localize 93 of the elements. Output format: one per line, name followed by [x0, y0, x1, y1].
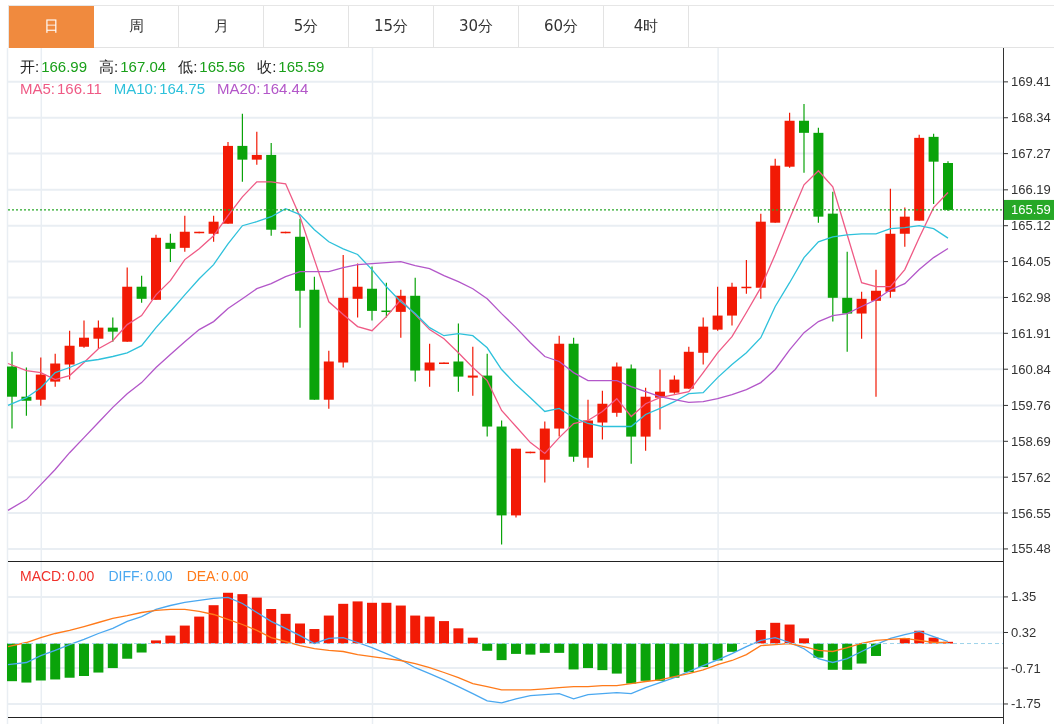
- legend-label: MA5:: [20, 79, 55, 99]
- candlestick: [367, 266, 377, 322]
- legend-label: 低:: [178, 57, 198, 77]
- legend-label: DEA:: [186, 567, 220, 586]
- candlestick: [194, 231, 205, 234]
- candlestick: [770, 158, 781, 224]
- legend-label: 开:: [20, 57, 40, 77]
- candlestick: [439, 361, 449, 365]
- candlestick: [525, 451, 536, 454]
- axis-label: 168.34: [1011, 110, 1051, 126]
- candlestick: [453, 323, 464, 393]
- candlestick: [79, 320, 89, 349]
- candlestick: [50, 353, 61, 388]
- axis-label: 165.12: [1011, 218, 1051, 234]
- candlestick: [237, 113, 248, 183]
- candlestick: [727, 282, 737, 327]
- candlestick: [467, 346, 478, 397]
- legend-value: 0.00: [145, 567, 173, 586]
- candlestick: [136, 275, 147, 304]
- candlestick: [107, 316, 118, 343]
- legend-label: MA20:: [217, 79, 261, 99]
- period-tab[interactable]: 周: [94, 6, 179, 48]
- legend-label: 高:: [99, 57, 119, 77]
- legend-value: 167.04: [120, 57, 167, 77]
- axis-label: -0.71: [1011, 660, 1041, 676]
- axis-label: 161.91: [1011, 325, 1051, 341]
- candlestick: [93, 320, 104, 350]
- axis-label: 0.32: [1011, 625, 1037, 640]
- axis-label: 162.98: [1011, 289, 1051, 305]
- axis-label: 156.55: [1011, 505, 1051, 521]
- candlestick: [611, 361, 622, 418]
- candlestick: [21, 366, 32, 417]
- period-tab[interactable]: 月: [179, 6, 264, 48]
- candlestick: [179, 215, 190, 253]
- candlestick: [741, 259, 752, 295]
- candlestick: [943, 160, 953, 212]
- legend-value: 166.11: [57, 79, 102, 99]
- candlestick: [799, 103, 809, 174]
- candlestick: [597, 390, 608, 441]
- period-tab[interactable]: 5分: [264, 6, 349, 48]
- legend-value: 166.99: [41, 57, 88, 77]
- candlestick: [928, 133, 939, 205]
- candlestick: [381, 282, 392, 319]
- candlestick: [352, 263, 363, 319]
- candlestick: [655, 368, 665, 431]
- candlestick: [856, 291, 867, 340]
- period-tab[interactable]: 30分: [434, 6, 519, 48]
- legend-value: 164.44: [262, 79, 309, 99]
- candlestick: [323, 350, 334, 410]
- candlestick: [698, 316, 709, 366]
- ref-line-label: 165.59: [1011, 202, 1051, 218]
- axis-label: 1.35: [1011, 589, 1037, 605]
- axis-label: 158.69: [1011, 433, 1051, 449]
- candlestick: [208, 215, 219, 243]
- axis-label: 167.27: [1011, 146, 1051, 162]
- axis-label: 160.84: [1011, 361, 1051, 377]
- candlestick: [251, 131, 262, 166]
- candlestick: [35, 356, 46, 407]
- legend-label: MACD:: [20, 567, 66, 586]
- axis-label: -1.75: [1011, 696, 1041, 712]
- candlestick: [539, 420, 550, 484]
- candlestick: [683, 346, 694, 390]
- legend-value: 165.59: [278, 57, 325, 77]
- candlestick: [424, 343, 435, 388]
- legend-label: 收:: [257, 57, 277, 77]
- axis-label: 166.19: [1011, 182, 1051, 198]
- period-tab[interactable]: 60分: [519, 6, 604, 48]
- axis-label: 164.05: [1011, 254, 1051, 270]
- price-tag: 165.59: [1004, 199, 1054, 220]
- candlestick: [784, 112, 795, 169]
- legend-value: 165.56: [199, 57, 246, 77]
- candlestick: [640, 387, 651, 452]
- axis-label: 169.41: [1011, 74, 1051, 90]
- legend-value: 0.00: [221, 567, 249, 586]
- candlestick: [899, 207, 910, 248]
- legend-label: DIFF:: [108, 567, 144, 586]
- candlestick: [151, 234, 161, 301]
- candlestick: [64, 330, 75, 381]
- candlestick: [712, 286, 723, 332]
- candlestick: [280, 231, 291, 234]
- axis-label: 155.48: [1011, 541, 1051, 557]
- candlestick: [511, 448, 521, 518]
- candlestick: [669, 374, 680, 395]
- candlestick: [165, 233, 176, 263]
- legend-label: MA10:: [113, 79, 158, 99]
- candlestick: [583, 399, 593, 469]
- legend-value: 164.75: [159, 79, 206, 99]
- legend-value: 0.00: [67, 567, 95, 586]
- axis-label: 157.62: [1011, 469, 1051, 485]
- axis-label: 159.76: [1011, 397, 1051, 413]
- period-tab[interactable]: 4时: [604, 6, 689, 48]
- candlestick: [395, 289, 406, 339]
- period-tab[interactable]: 15分: [349, 6, 434, 48]
